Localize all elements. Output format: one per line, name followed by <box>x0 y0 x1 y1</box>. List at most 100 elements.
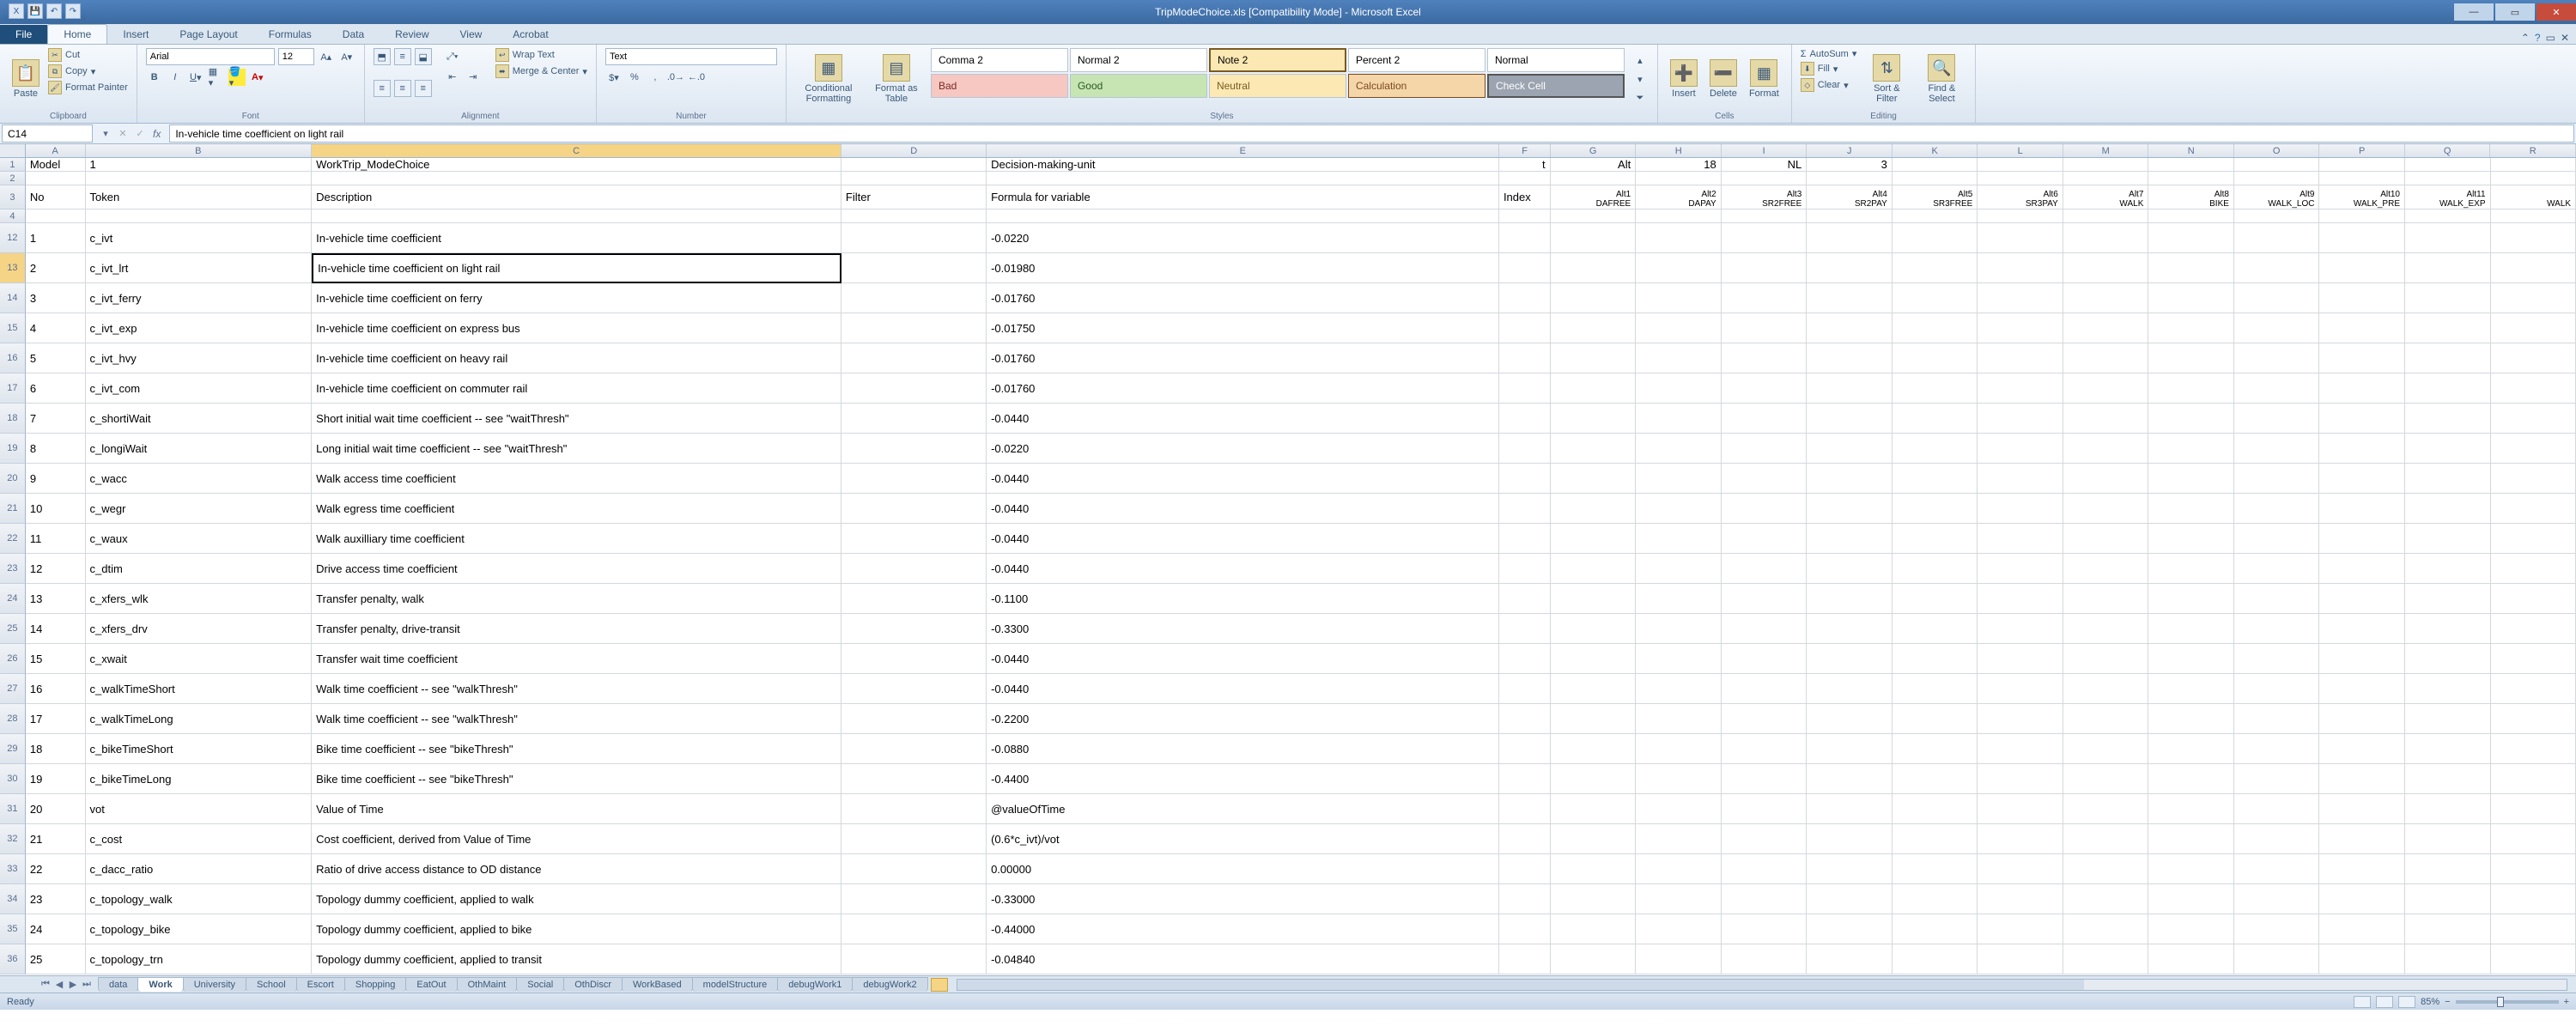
cell[interactable] <box>2148 914 2234 944</box>
cell[interactable] <box>1636 524 1722 554</box>
col-header-O[interactable]: O <box>2234 144 2320 157</box>
cell[interactable]: c_topology_bike <box>86 914 313 944</box>
tab-data[interactable]: Data <box>327 25 380 44</box>
cell[interactable] <box>2234 614 2320 644</box>
cell[interactable] <box>2148 794 2234 824</box>
cell[interactable]: Alt10WALK_PRE <box>2319 185 2405 209</box>
cell[interactable] <box>1807 223 1893 253</box>
cell[interactable] <box>1807 644 1893 674</box>
cell[interactable] <box>1807 584 1893 614</box>
cell[interactable] <box>2491 434 2576 464</box>
row-header[interactable]: 33 <box>0 854 26 884</box>
cell[interactable] <box>2234 824 2320 854</box>
cell[interactable] <box>2319 944 2405 974</box>
cell[interactable] <box>1636 674 1722 704</box>
cell[interactable]: 20 <box>26 794 86 824</box>
cell[interactable] <box>1807 824 1893 854</box>
cell[interactable] <box>841 794 987 824</box>
cell[interactable] <box>1551 373 1637 404</box>
cell[interactable] <box>1722 434 1807 464</box>
align-center-icon[interactable]: ≡ <box>394 80 411 97</box>
col-header-E[interactable]: E <box>987 144 1499 157</box>
cell[interactable] <box>312 209 841 223</box>
row-header[interactable]: 15 <box>0 313 26 343</box>
cell[interactable] <box>2148 614 2234 644</box>
cell[interactable] <box>2063 734 2149 764</box>
cell[interactable] <box>2063 764 2149 794</box>
cell[interactable] <box>1893 824 1978 854</box>
col-header-I[interactable]: I <box>1722 144 1807 157</box>
cell[interactable]: 17 <box>26 704 86 734</box>
cell[interactable] <box>1551 554 1637 584</box>
styles-more-icon[interactable]: ⏷ <box>1631 89 1649 106</box>
cell[interactable] <box>1499 172 1551 185</box>
cell[interactable] <box>1636 209 1722 223</box>
sheet-tab-eatout[interactable]: EatOut <box>405 977 457 992</box>
cell[interactable] <box>2405 373 2491 404</box>
cell[interactable]: 3 <box>1807 158 1893 172</box>
cell[interactable]: Short initial wait time coefficient -- s… <box>312 404 841 434</box>
tab-file[interactable]: File <box>0 25 47 44</box>
cell[interactable]: c_xfers_drv <box>86 614 313 644</box>
view-page-layout-icon[interactable] <box>2376 996 2393 1008</box>
cell[interactable] <box>2234 884 2320 914</box>
cell[interactable] <box>1978 914 2063 944</box>
cell[interactable] <box>2148 343 2234 373</box>
cell[interactable] <box>1807 343 1893 373</box>
delete-cells-button[interactable]: ➖Delete <box>1706 48 1741 110</box>
row-header[interactable]: 27 <box>0 674 26 704</box>
cell[interactable] <box>1807 794 1893 824</box>
cell[interactable] <box>1893 223 1978 253</box>
sheet-tab-school[interactable]: School <box>246 977 297 992</box>
cell[interactable] <box>1551 704 1637 734</box>
cell[interactable] <box>2491 914 2576 944</box>
new-sheet-button[interactable] <box>931 978 948 992</box>
cell[interactable] <box>2234 373 2320 404</box>
cell[interactable] <box>1807 283 1893 313</box>
cell[interactable] <box>2234 172 2320 185</box>
cell[interactable]: 9 <box>26 464 86 494</box>
cell[interactable] <box>1636 343 1722 373</box>
cell[interactable] <box>2319 434 2405 464</box>
restore-window-icon[interactable]: ▭ <box>2546 32 2555 44</box>
cell[interactable] <box>2234 584 2320 614</box>
tab-page-layout[interactable]: Page Layout <box>164 25 252 44</box>
cell[interactable] <box>2491 884 2576 914</box>
cell[interactable] <box>2491 404 2576 434</box>
cell[interactable] <box>1636 373 1722 404</box>
cell[interactable]: Alt7WALK <box>2063 185 2149 209</box>
cell[interactable] <box>2319 524 2405 554</box>
row-header[interactable]: 4 <box>0 209 26 223</box>
cell[interactable] <box>2063 373 2149 404</box>
cell[interactable] <box>2319 209 2405 223</box>
align-bottom-icon[interactable]: ⬓ <box>415 48 432 65</box>
cell[interactable] <box>2405 209 2491 223</box>
cell[interactable] <box>2491 313 2576 343</box>
cell[interactable] <box>1893 253 1978 283</box>
cell[interactable] <box>1499 313 1551 343</box>
view-normal-icon[interactable] <box>2354 996 2371 1008</box>
cell[interactable] <box>2491 584 2576 614</box>
format-as-table-button[interactable]: ▤Format as Table <box>867 48 926 110</box>
cell[interactable] <box>2319 313 2405 343</box>
format-painter-button[interactable]: 🖌Format Painter <box>48 81 128 94</box>
cell[interactable]: 11 <box>26 524 86 554</box>
orientation-icon[interactable]: ⤢▾ <box>444 48 461 65</box>
cell[interactable] <box>2148 283 2234 313</box>
cell[interactable] <box>1893 884 1978 914</box>
cell[interactable] <box>2405 854 2491 884</box>
cell[interactable] <box>1893 209 1978 223</box>
cell[interactable] <box>1978 373 2063 404</box>
cell[interactable] <box>2148 253 2234 283</box>
cell[interactable]: 22 <box>26 854 86 884</box>
cell[interactable] <box>2491 524 2576 554</box>
cell[interactable] <box>1722 209 1807 223</box>
cell[interactable] <box>1636 283 1722 313</box>
cell[interactable] <box>1636 554 1722 584</box>
cell[interactable] <box>2234 494 2320 524</box>
hscroll-thumb[interactable] <box>957 980 2084 990</box>
cell[interactable] <box>2319 464 2405 494</box>
cell[interactable] <box>1722 313 1807 343</box>
cell[interactable]: -0.01760 <box>987 283 1499 313</box>
cell[interactable] <box>1722 373 1807 404</box>
